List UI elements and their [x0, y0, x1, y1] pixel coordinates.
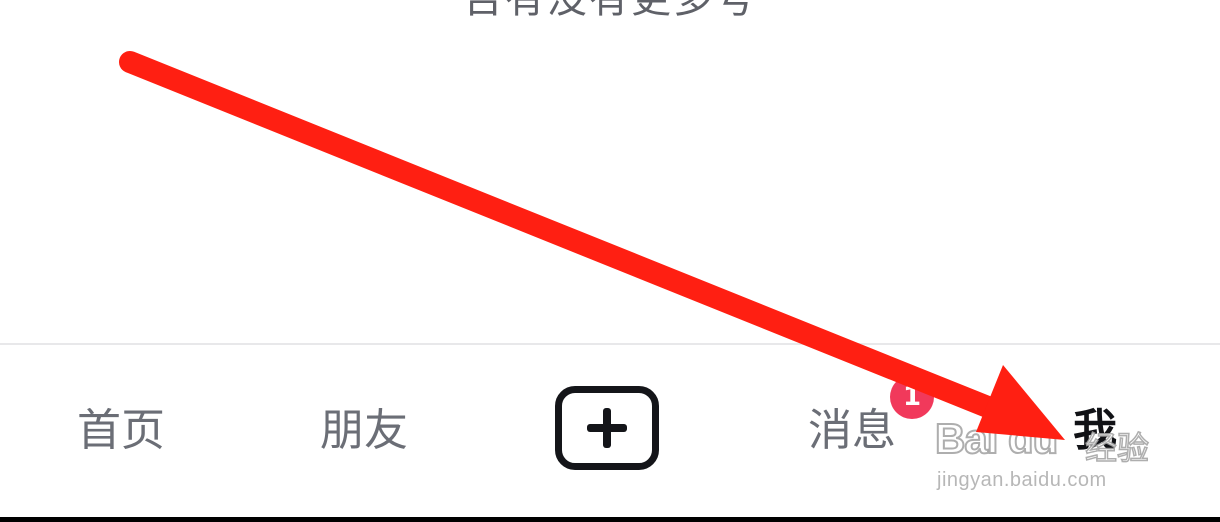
baidu-jingyan-watermark: Bai du 经验 jingyan.baidu.com [934, 414, 1175, 495]
messages-badge: 1 [890, 375, 934, 419]
bottom-system-bar [0, 517, 1220, 522]
tab-messages[interactable]: 消息 [808, 405, 896, 457]
watermark-logo: Bai du [934, 414, 1059, 463]
watermark-cn-text: 经验 [1084, 428, 1150, 468]
tab-home[interactable]: 首页 [77, 405, 165, 457]
add-button[interactable] [555, 386, 659, 470]
plus-icon [587, 408, 627, 448]
watermark-url: jingyan.baidu.com [937, 469, 1107, 491]
page: 否有没有更多号 首页 朋友 消息 1 我 Bai du 经验 jingyan.b… [0, 0, 1220, 522]
tab-friends[interactable]: 朋友 [320, 405, 408, 457]
top-text-fragment: 否有没有更多号 [0, 0, 1220, 24]
